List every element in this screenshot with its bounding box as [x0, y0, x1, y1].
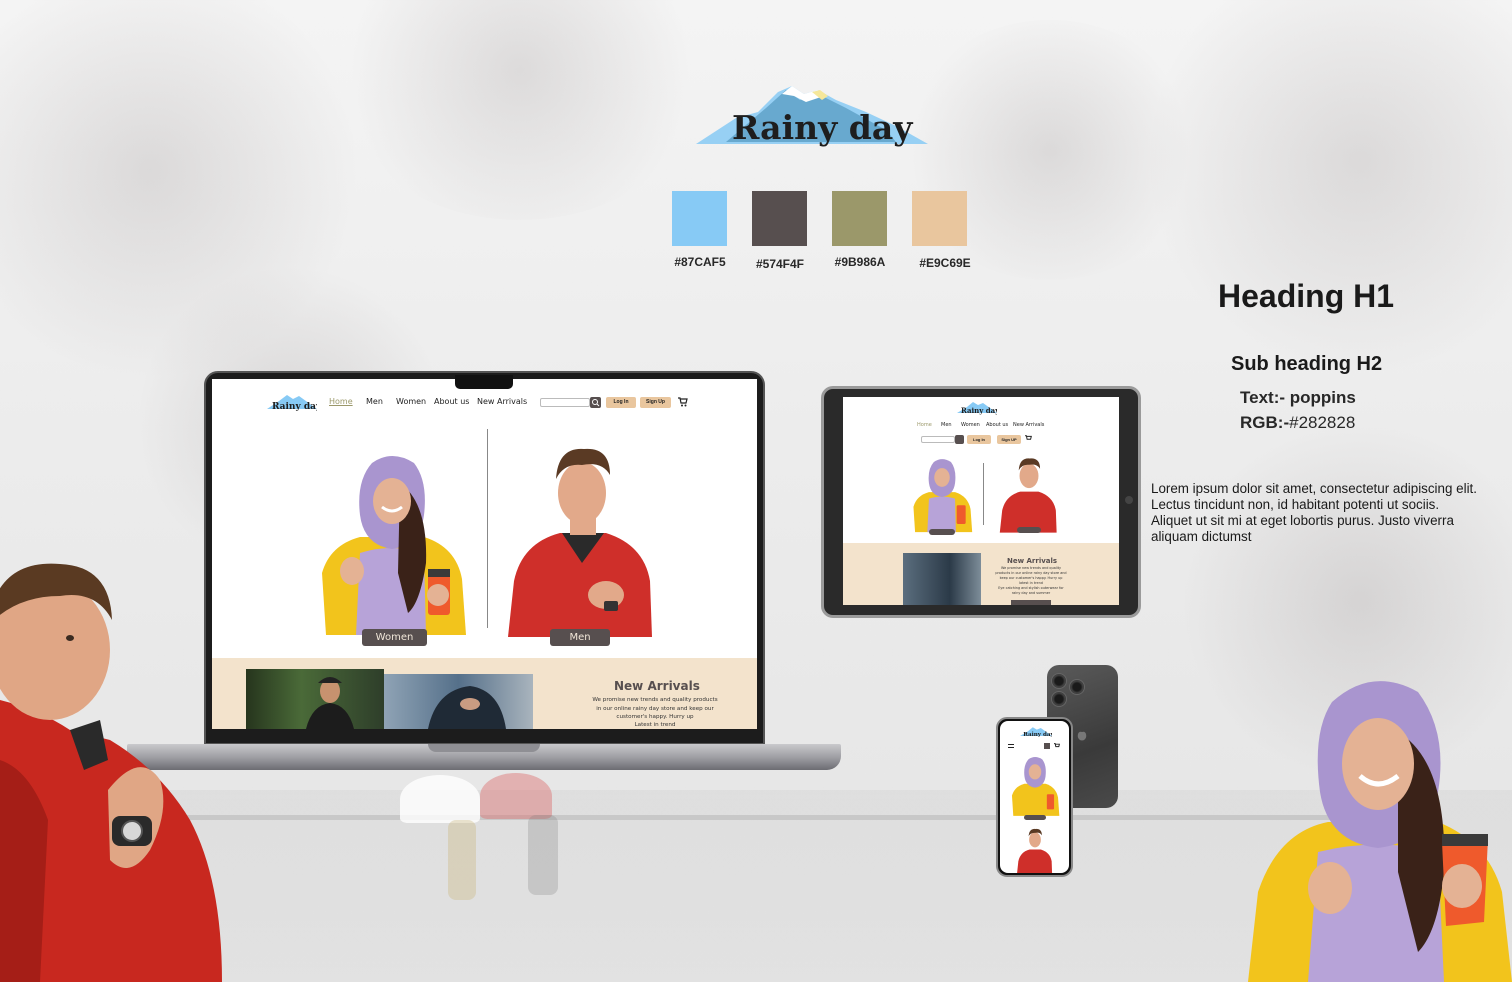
shop-now-button[interactable]	[1011, 600, 1051, 605]
color-swatch-blue	[672, 191, 727, 246]
camera-lens	[1069, 679, 1085, 695]
brand-logo: Rainy day	[696, 82, 928, 158]
background-pedestrian	[528, 815, 558, 895]
svg-text:Rainy day: Rainy day	[961, 406, 997, 415]
nav-home[interactable]: Home	[329, 397, 353, 406]
nav-women[interactable]: Women	[961, 422, 980, 428]
tablet-camera	[1125, 496, 1133, 504]
cart-icon[interactable]	[678, 397, 688, 407]
new-arrivals-title: New Arrivals	[614, 679, 700, 693]
body-text-sample: Lorem ipsum dolor sit amet, consectetur …	[1151, 481, 1477, 544]
woman-model-large-image	[1248, 681, 1512, 982]
women-category-button[interactable]	[1024, 815, 1046, 820]
men-category-button[interactable]: Men	[550, 629, 610, 646]
man-model-large-image	[0, 563, 222, 982]
nav-home[interactable]: Home	[917, 422, 932, 428]
nav-new-arrivals[interactable]: New Arrivals	[1013, 422, 1044, 428]
new-arrivals-description: We promise new trends and quality produc…	[592, 697, 718, 720]
new-arrivals-section: New Arrivals We promise new trends and q…	[212, 658, 757, 729]
new-arrivals-tagline: latest in trend	[1019, 581, 1043, 585]
color-spec-value: #282828	[1289, 413, 1356, 432]
login-button[interactable]: Log In	[967, 435, 991, 444]
man-model-image	[1017, 828, 1053, 873]
category-divider	[487, 429, 488, 628]
svg-text:Rainy day: Rainy day	[1023, 732, 1052, 738]
signup-button[interactable]: Sign Up	[640, 397, 671, 408]
search-icon[interactable]	[1044, 743, 1050, 749]
menu-icon[interactable]	[1008, 744, 1014, 748]
man-model-image	[508, 448, 652, 637]
women-category-button[interactable]: Women	[362, 629, 427, 646]
font-spec-value: poppins	[1289, 388, 1356, 407]
arrivals-photo	[384, 674, 533, 729]
background-tree	[1150, 0, 1512, 380]
laptop-screen: Rainy day Home Men Women About us New Ar…	[212, 379, 757, 729]
laptop-groove	[428, 744, 540, 752]
color-swatch-label: #574F4F	[755, 257, 805, 271]
font-spec: Text:- poppins	[1240, 388, 1356, 408]
site-logo-icon: Rainy day	[1020, 727, 1052, 738]
nav-about[interactable]: About us	[434, 397, 469, 406]
color-spec-label: RGB:-	[1240, 413, 1290, 432]
color-swatch-label: #9B986A	[834, 255, 886, 269]
heading-h1-sample: Heading H1	[1218, 278, 1395, 314]
arrivals-photo-man	[306, 677, 354, 729]
nav-women[interactable]: Women	[396, 397, 426, 406]
new-arrivals-section: New Arrivals We promise new trends and q…	[843, 543, 1119, 605]
color-swatch-label: #87CAF5	[674, 255, 726, 269]
camera-lens	[1051, 691, 1067, 707]
men-category-button[interactable]	[1017, 527, 1041, 533]
new-arrivals-copy: Eye catching and stylish outerwear for r…	[998, 586, 1064, 595]
camera-notch	[455, 375, 513, 389]
women-category-button[interactable]	[929, 529, 955, 535]
phone-screen: Rainy day	[1000, 721, 1069, 873]
search-input[interactable]	[921, 436, 955, 443]
nav-about[interactable]: About us	[986, 422, 1008, 428]
brand-wordmark: Rainy day	[732, 108, 913, 147]
new-arrivals-tagline: Latest in trend	[634, 722, 676, 728]
umbrella-red	[480, 773, 552, 819]
color-spec: RGB:-#282828	[1240, 413, 1355, 433]
arrivals-photo	[903, 553, 981, 605]
apple-logo-icon	[1077, 731, 1087, 741]
category-divider	[983, 463, 984, 525]
nav-men[interactable]: Men	[941, 422, 952, 428]
arrivals-photo	[246, 669, 384, 729]
nav-men[interactable]: Men	[366, 397, 383, 406]
arrivals-photo-hooded	[428, 686, 506, 729]
color-swatch-olive	[832, 191, 887, 246]
login-button[interactable]: Log In	[606, 397, 636, 408]
color-swatch-label: #E9C69E	[919, 256, 971, 270]
color-swatch-dark	[752, 191, 807, 246]
svg-text:Rainy day: Rainy day	[272, 402, 317, 412]
cart-icon[interactable]	[1025, 435, 1032, 442]
woman-model-image	[1011, 757, 1060, 816]
cart-icon[interactable]	[1054, 743, 1060, 749]
woman-model-image	[322, 456, 466, 635]
camera-lens	[1051, 673, 1067, 689]
signup-button[interactable]: Sign UP	[997, 435, 1021, 444]
search-icon[interactable]	[590, 397, 601, 408]
search-icon[interactable]	[955, 435, 964, 444]
new-arrivals-description: We promise new trends and quality produc…	[995, 566, 1067, 580]
background-pedestrian	[448, 820, 476, 900]
woman-model-image	[913, 459, 973, 533]
background-guardrail	[150, 815, 1362, 820]
tablet-screen: Rainy day Home Men Women About us New Ar…	[843, 397, 1119, 605]
umbrella-white	[400, 775, 480, 823]
font-spec-label: Text:-	[1240, 388, 1286, 407]
heading-h2-sample: Sub heading H2	[1231, 353, 1383, 375]
new-arrivals-title: New Arrivals	[1007, 557, 1058, 565]
color-swatch-beige	[912, 191, 967, 246]
search-input[interactable]	[540, 398, 590, 407]
nav-new-arrivals[interactable]: New Arrivals	[477, 397, 527, 406]
site-logo-icon: Rainy day	[957, 402, 997, 415]
site-logo-icon: Rainy day	[267, 395, 317, 412]
man-model-image	[999, 458, 1057, 533]
background-tree	[330, 0, 710, 220]
